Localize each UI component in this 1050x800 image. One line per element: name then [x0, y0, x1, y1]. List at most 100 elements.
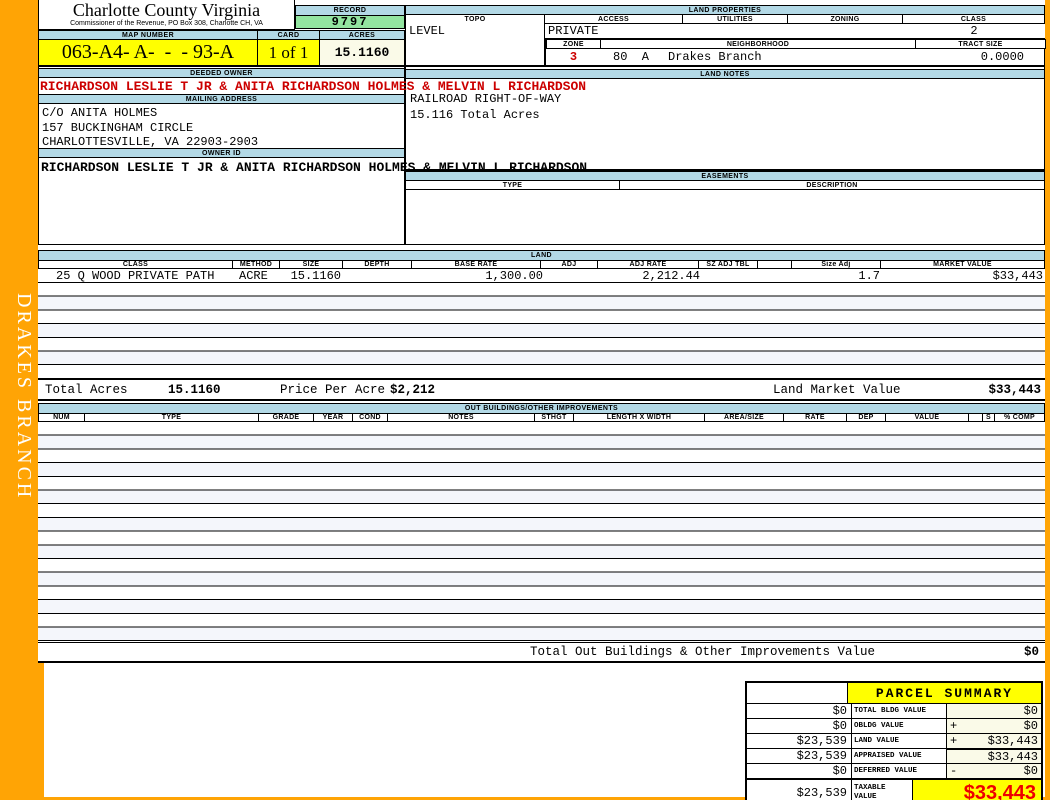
row-label: LAND VALUE: [852, 734, 947, 748]
total-acres-value: 15.1160: [168, 383, 221, 397]
land-blank-cell: [765, 269, 800, 282]
land-market-value-label: Land Market Value: [773, 383, 901, 397]
class-value: 2: [970, 24, 978, 38]
ob-column-header: NOTES: [387, 413, 535, 422]
row-value: $0: [1023, 719, 1038, 733]
land-adj-cell: [545, 269, 603, 282]
card-value: 1 of 1: [257, 39, 320, 66]
land-notes-text: RAILROAD RIGHT-OF-WAY 15.116 Total Acres: [410, 91, 561, 123]
parcel-summary-header-row: PARCEL SUMMARY: [747, 683, 1041, 703]
owner-panel: DEEDED OWNER RICHARDSON LESLIE T JR & AN…: [38, 66, 587, 245]
easement-type-label: TYPE: [405, 180, 620, 190]
land-adj-rate-cell: 2,212.44: [642, 268, 700, 283]
class-label: CLASS: [902, 14, 1045, 24]
row-label: APPRAISED VALUE: [852, 749, 947, 763]
zone-label: ZONE: [546, 39, 601, 49]
land-properties-section: LAND PROPERTIES TOPO ACCESS UTILITIES ZO…: [405, 5, 1046, 66]
access-label: ACCESS: [544, 14, 683, 24]
neighborhood-label: NEIGHBORHOOD: [600, 39, 916, 49]
summary-row-taxable: $23,539 TAXABLE VALUE $33,443: [747, 778, 1041, 800]
commissioner-line: Commissioner of the Revenue, PO Box 308,…: [70, 20, 263, 27]
land-sz-adj-tbl-cell: [705, 269, 765, 282]
land-column-header: [757, 260, 792, 269]
row-operator: +: [950, 719, 958, 733]
land-empty-rows: [38, 283, 1045, 379]
land-column-header: SZ ADJ TBL: [698, 260, 758, 269]
price-per-acre-value: $2,212: [390, 383, 436, 397]
owner-id-value: RICHARDSON LESLIE T JR & ANITA RICHARDSO…: [41, 160, 588, 175]
ob-column-header: DEP: [846, 413, 886, 422]
ob-column-header: RATE: [783, 413, 847, 422]
land-market-value-total: $33,443: [988, 383, 1041, 397]
row-value: $33,443: [987, 749, 1038, 764]
land-class-cell: 25 Q WOOD PRIVATE PATH: [56, 268, 215, 283]
deeded-owner-label: DEEDED OWNER: [38, 68, 405, 78]
taxable-value: $33,443: [913, 780, 1041, 800]
taxable-prior-value: $23,539: [747, 780, 852, 800]
land-method-cell: ACRE: [239, 268, 268, 283]
row-value: $0: [1023, 764, 1038, 778]
land-column-header: ADJ: [540, 260, 598, 269]
neighborhood-value: Drakes Branch: [668, 50, 762, 64]
row-label: OBLDG VALUE: [852, 719, 947, 733]
land-column-header: DEPTH: [342, 260, 412, 269]
county-title: Charlotte County Virginia: [72, 0, 261, 20]
land-notes-line: 15.116 Total Acres: [410, 108, 540, 122]
utilities-label: UTILITIES: [682, 14, 788, 24]
map-number-value: 063-A4- A- - - 93-A: [38, 39, 258, 66]
summary-row-appraised: $23,539 APPRAISED VALUE $33,443: [747, 748, 1041, 764]
mailing-address-line: 157 BUCKINGHAM CIRCLE: [42, 120, 194, 135]
prior-value: $0: [747, 704, 852, 718]
ob-column-header: COND: [352, 413, 388, 422]
land-section: LAND CLASS METHOD SIZE DEPTH BASE RATE A…: [38, 250, 1045, 401]
row-label: DEFERRED VALUE: [852, 764, 947, 778]
county-header-block: Charlotte County Virginia Commissioner o…: [38, 0, 295, 30]
summary-row-deferred: $0 DEFERRED VALUE - $0: [747, 763, 1041, 778]
tract-size-label: TRACT SIZE: [915, 39, 1046, 49]
mailing-address-label: MAILING ADDRESS: [38, 94, 405, 104]
land-notes-title: LAND NOTES: [405, 69, 1045, 79]
zone-extra-value: 80 A: [613, 50, 650, 64]
ob-column-header: NUM: [38, 413, 85, 422]
acres-value: 15.1160: [319, 39, 405, 66]
land-data-row: 25 Q WOOD PRIVATE PATH ACRE 15.1160 1,30…: [38, 269, 1045, 283]
easements-panel: EASEMENTS TYPE DESCRIPTION: [405, 170, 1045, 245]
ob-column-header: GRADE: [258, 413, 314, 422]
summary-row-obldg: $0 OBLDG VALUE + $0: [747, 718, 1041, 733]
ob-column-header: STHGT: [534, 413, 574, 422]
access-value: PRIVATE: [548, 24, 599, 38]
land-market-value-cell: $33,443: [992, 268, 1043, 283]
out-buildings-total-row: Total Out Buildings & Other Improvements…: [38, 642, 1045, 661]
mailing-address-block: C/O ANITA HOLMES 157 BUCKINGHAM CIRCLE C…: [42, 106, 258, 150]
prior-value: $0: [747, 719, 852, 733]
price-per-acre-label: Price Per Acre: [280, 383, 386, 397]
out-buildings-total-value: $0: [1023, 645, 1039, 659]
out-buildings-empty-rows: [38, 422, 1045, 642]
parcel-summary-title: PARCEL SUMMARY: [848, 683, 1041, 703]
mailing-address-line: C/O ANITA HOLMES: [42, 106, 158, 120]
summary-row-total-bldg: $0 TOTAL BLDG VALUE $0: [747, 703, 1041, 718]
sidebar-district-label: DRAKES BRANCH: [13, 293, 35, 501]
deeded-owner-value: RICHARDSON LESLIE T JR & ANITA RICHARDSO…: [40, 79, 587, 94]
ob-column-header: % COMP: [994, 413, 1045, 422]
land-totals-row: Total Acres 15.1160 Price Per Acre $2,21…: [38, 379, 1045, 399]
row-value: $0: [1023, 704, 1038, 718]
row-label: TOTAL BLDG VALUE: [852, 704, 947, 718]
prior-value: $23,539: [747, 749, 852, 763]
ob-column-header: YEAR: [313, 413, 353, 422]
zoning-label: ZONING: [787, 14, 903, 24]
zone-neighborhood-block: ZONE NEIGHBORHOOD TRACT SIZE 3 80 A Drak…: [545, 38, 1046, 66]
total-acres-label: Total Acres: [45, 383, 128, 397]
topo-value: LEVEL: [405, 23, 545, 66]
owner-id-label: OWNER ID: [38, 148, 405, 158]
zone-value: 3: [569, 50, 578, 64]
prior-value: $23,539: [747, 734, 852, 748]
summary-row-land: $23,539 LAND VALUE + $33,443: [747, 733, 1041, 748]
land-base-rate-cell: 1,300.00: [485, 268, 543, 283]
ob-column-header: AREA/SIZE: [704, 413, 784, 422]
out-buildings-section: OUT BUILDINGS/OTHER IMPROVEMENTS NUM TYP…: [38, 403, 1045, 663]
out-buildings-total-label: Total Out Buildings & Other Improvements…: [530, 645, 876, 659]
ob-column-header: VALUE: [885, 413, 969, 422]
taxable-label: TAXABLE VALUE: [852, 780, 913, 800]
parcel-summary-header-spacer: [747, 683, 848, 703]
